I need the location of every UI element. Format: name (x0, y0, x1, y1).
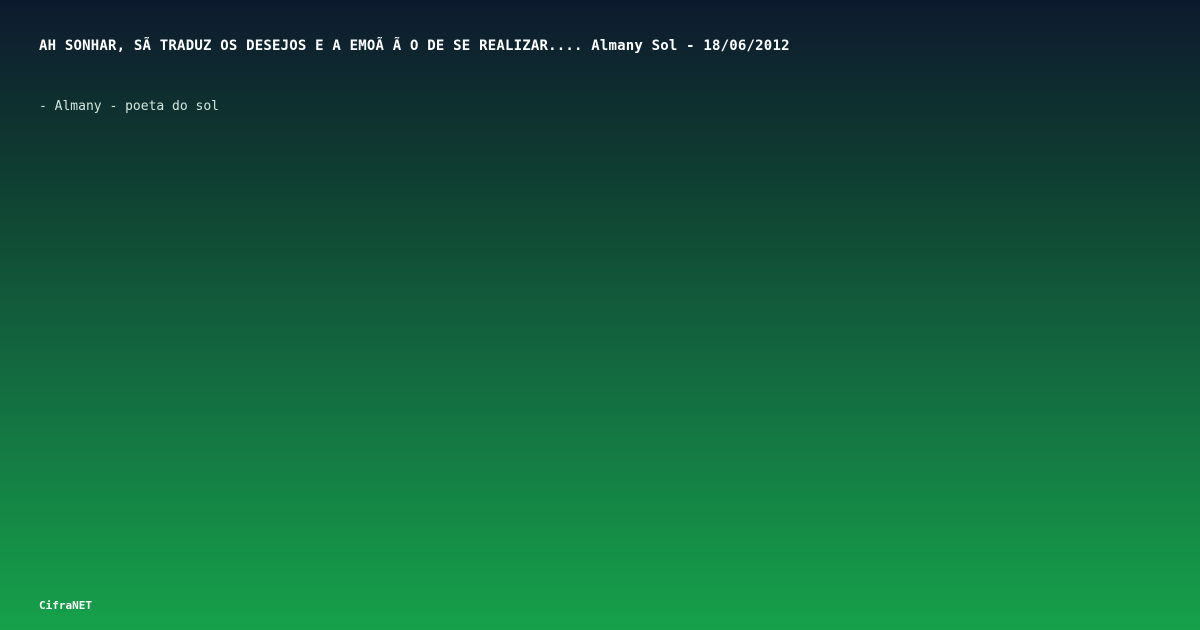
song-title: AH SONHAR, SÃ TRADUZ OS DESEJOS E A EMOÃ… (39, 38, 790, 54)
artist-byline: - Almany - poeta do sol (39, 99, 220, 114)
brand-logo-text: CifraNET (39, 599, 92, 612)
